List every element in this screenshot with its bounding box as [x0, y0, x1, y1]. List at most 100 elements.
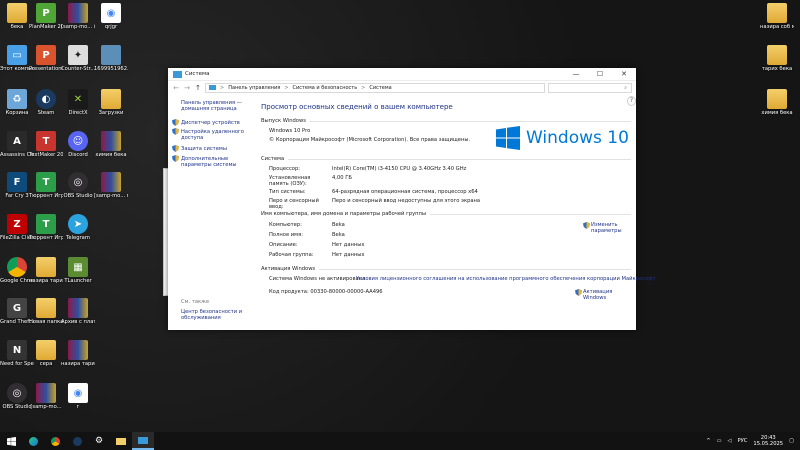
desktop-icon-samp-math[interactable]: [samp-mo... матем	[94, 172, 128, 199]
desktop-icon-nazira-math[interactable]: назира соб матеш	[760, 3, 794, 30]
desktop-icon-payments-archive[interactable]: Архив с платежне...	[61, 298, 95, 325]
up-button[interactable]: ↑	[194, 84, 202, 92]
obs-icon: ◎	[7, 383, 27, 403]
close-button[interactable]: ✕	[612, 68, 636, 81]
remote-settings-link[interactable]: Настройка удаленного доступа	[172, 128, 248, 141]
change-settings-link[interactable]: Изменить параметры	[583, 222, 623, 234]
chevron-up-icon[interactable]: ^	[706, 438, 710, 444]
network-icon[interactable]: ▭	[717, 438, 722, 444]
desktop-icon-history-beka[interactable]: тарих бека	[760, 45, 794, 72]
license-terms-link[interactable]: Условия лицензионного соглашения на испо…	[356, 276, 656, 282]
desktop-icon-discord[interactable]: ☺ Discord	[61, 131, 95, 158]
desktop-icon-samp-archive[interactable]: [samp-mo... (1)	[61, 3, 95, 30]
torrent-icon: T	[36, 214, 56, 234]
desktop-icon-presentations[interactable]: PPresentations 2021	[29, 45, 63, 72]
desktop-icon-chemistry-archive[interactable]: химия бека	[94, 131, 128, 158]
folder-icon	[36, 298, 56, 318]
breadcrumb-control-panel[interactable]: Панель управления	[228, 85, 280, 91]
winrar-icon	[36, 383, 56, 403]
address-bar[interactable]: > Панель управления > Система и безопасн…	[205, 82, 545, 93]
desktop-icon-r-file[interactable]: ◉ г	[61, 383, 95, 410]
back-button[interactable]: ←	[172, 84, 180, 92]
memory-row: Установленная память (ОЗУ): 4,00 ГБ	[269, 175, 352, 187]
desktop-icon-textmaker[interactable]: TTextMaker 2021	[29, 131, 63, 158]
folder-icon	[767, 89, 787, 109]
address-bar-row: ← → ↑ > Панель управления > Система и бе…	[168, 81, 636, 94]
desktop-icon-telegram[interactable]: ➤ Telegram	[61, 214, 95, 241]
steam-icon[interactable]	[66, 432, 88, 450]
desktop-icon-qrjgr[interactable]: ◉ qrjgr	[94, 3, 128, 30]
settings-icon[interactable]: ⚙	[88, 432, 110, 450]
minimize-button[interactable]: —	[564, 68, 588, 81]
system-icon	[173, 70, 182, 78]
desktop-icon-torrent[interactable]: TТюррент Игруха	[29, 172, 63, 199]
tlauncher-icon: ▦	[68, 257, 88, 277]
textmaker-icon: T	[36, 131, 56, 151]
desktop-icon-history-folder[interactable]: назира тарих	[29, 257, 63, 284]
telegram-icon: ➤	[68, 214, 88, 234]
breadcrumb-system[interactable]: Система	[369, 85, 391, 91]
winrar-icon	[68, 298, 88, 318]
see-also-label: См. также	[181, 299, 210, 305]
nfs-icon: N	[7, 340, 27, 360]
page-title: Просмотр основных сведений о вашем компь…	[261, 103, 453, 111]
system-section-header: Система	[261, 156, 631, 162]
volume-icon[interactable]: ◁	[727, 438, 731, 444]
security-maintenance-link[interactable]: Центр безопасности и обслуживания	[181, 309, 246, 321]
system-protection-link[interactable]: Защита системы	[172, 145, 248, 152]
control-panel-home-link[interactable]: Панель управления — домашняя страница	[181, 100, 243, 112]
windows-10-logo: Windows 10	[496, 126, 629, 150]
system-window: Система — ☐ ✕ ← → ↑ > Панель управления …	[168, 68, 656, 330]
torrent-icon: T	[36, 172, 56, 192]
chrome-icon[interactable]	[44, 432, 66, 450]
far-cry-icon: F	[7, 172, 27, 192]
desktop-icon-history-archive[interactable]: назира тарих	[61, 340, 95, 367]
gta-icon: G	[7, 298, 27, 318]
winrar-icon	[68, 340, 88, 360]
steam-icon: ◐	[36, 89, 56, 109]
shield-icon	[575, 289, 582, 296]
shield-icon	[172, 155, 179, 162]
activation-status: Система Windows не активирована.	[269, 276, 367, 282]
language-indicator[interactable]: РУС	[737, 438, 747, 444]
desktop-icon-image-file[interactable]: 1699951962...	[94, 45, 128, 72]
desktop-icon-new-folder[interactable]: Новая папка	[29, 298, 63, 325]
clock-date: 15.05.2025	[753, 441, 784, 447]
forward-button[interactable]: →	[183, 84, 191, 92]
shield-icon	[172, 119, 179, 126]
desktop-icon-torrent-2[interactable]: TТюррент Игруха	[29, 214, 63, 241]
left-pane: Панель управления — домашняя страница Ди…	[168, 96, 252, 330]
desktop-icon-counter-strike[interactable]: ✦Counter-Str... 1.6	[61, 45, 95, 72]
desktop-icon-steam[interactable]: ◐ Steam	[29, 89, 63, 116]
windows-start-icon[interactable]	[0, 432, 22, 450]
desktop-icon-sera-folder[interactable]: сера	[29, 340, 63, 367]
notifications-icon[interactable]: ▢	[789, 438, 794, 444]
breadcrumb-system-security[interactable]: Система и безопасность	[293, 85, 358, 91]
advanced-settings-link[interactable]: Дополнительные параметры системы	[172, 155, 248, 168]
recycle-bin-icon: ♻	[7, 89, 27, 109]
folder-icon	[767, 45, 787, 65]
desktop-icon-planmaker[interactable]: PPlanMaker 2021	[29, 3, 63, 30]
system-window-icon[interactable]	[132, 432, 154, 450]
activate-windows-link[interactable]: Активация Windows	[575, 289, 631, 301]
folder-icon	[767, 3, 787, 23]
clock[interactable]: 20:43 15.05.2025	[753, 435, 783, 447]
desktop-icon-downloads[interactable]: Загрузки	[94, 89, 128, 116]
shield-icon	[172, 128, 179, 135]
desktop-icon-obs[interactable]: ◎ OBS Studio	[61, 172, 95, 199]
desktop-icon-tlauncher[interactable]: ▦ TLauncher	[61, 257, 95, 284]
folder-icon	[36, 257, 56, 277]
filezilla-icon: Z	[7, 214, 27, 234]
chrome-file-icon: ◉	[68, 383, 88, 403]
explorer-icon[interactable]	[110, 432, 132, 450]
desktop-icon-samp-archive-2[interactable]: [samp-mo...	[29, 383, 63, 410]
device-manager-link[interactable]: Диспетчер устройств	[172, 119, 248, 126]
help-icon[interactable]: ?	[627, 96, 636, 106]
obs-icon: ◎	[68, 172, 88, 192]
edge-icon[interactable]	[22, 432, 44, 450]
this-pc-icon: ▭	[7, 45, 27, 65]
search-input[interactable]: ⌕	[548, 82, 632, 93]
desktop-icon-directx[interactable]: ✕ DirectX	[61, 89, 95, 116]
maximize-button[interactable]: ☐	[588, 68, 612, 81]
desktop-icon-chemistry-beka[interactable]: химия бека	[760, 89, 794, 116]
